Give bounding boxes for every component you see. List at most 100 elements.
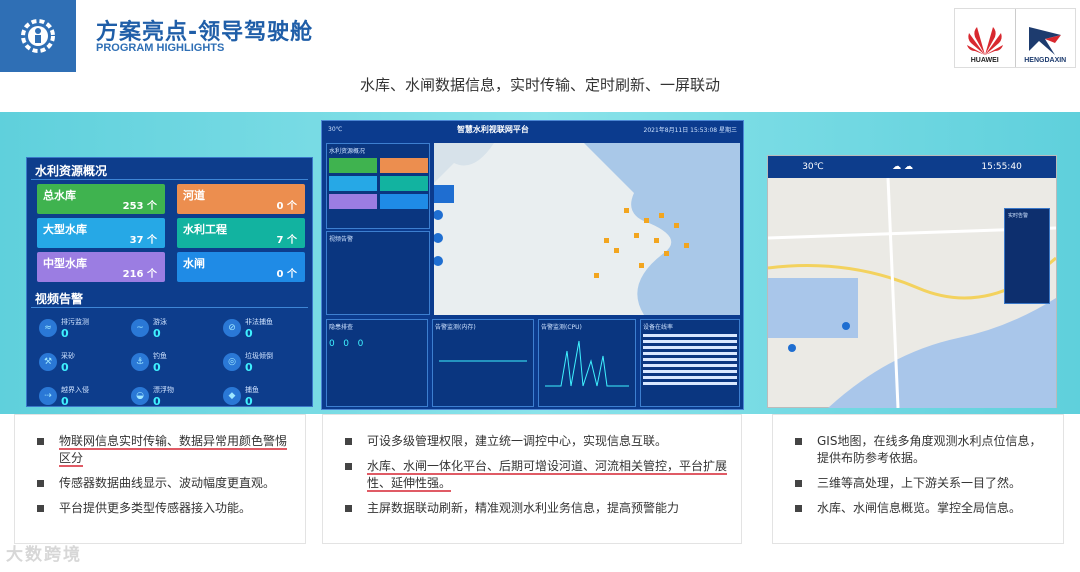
alarm-label: 非法捕鱼 — [245, 317, 273, 326]
huawei-label: HUAWEI — [970, 57, 999, 64]
tile-river[interactable]: 河道 0 个 — [177, 184, 305, 214]
list-item: 水库、水闸信息概览。掌控全局信息。 — [795, 500, 1049, 517]
mini-resource-title: 水利资源概况 — [329, 148, 366, 155]
alarm-count: 0 — [153, 360, 161, 374]
center-map[interactable] — [433, 143, 740, 315]
alarm-item[interactable]: ⇢ 越界入侵 0 — [31, 380, 123, 412]
alarm-label: 排污监测 — [61, 317, 89, 326]
alarm-count: 0 — [245, 360, 253, 374]
right-map-screenshot: 30℃ ☁ ☁ 15:55:40 实时告警 — [767, 155, 1057, 408]
fishing-icon: ⚓ — [131, 353, 149, 371]
weather-temp: 30℃ — [328, 125, 343, 133]
garbage-icon: ◎ — [223, 353, 241, 371]
list-item: 物联网信息实时传输、数据异常用颜色警惕区分 — [37, 433, 291, 467]
center-dashboard-screenshot: 30℃ 智慧水利视联网平台 2021年8月11日 15:53:08 星期三 水利资源… — [321, 120, 744, 410]
resource-tiles: 总水库 253 个 河道 0 个 大型水库 37 个 水利工程 7 个 中型水库 216 … — [37, 184, 308, 282]
left-dashboard-panel: 水利资源概况 总水库 253 个 河道 0 个 大型水库 37 个 水利工程 7 个 中… — [26, 157, 313, 408]
mini-alarm-panel: 视频告警 — [326, 231, 430, 315]
device-online-title: 设备在线率 — [643, 324, 674, 331]
page-subtitle: PROGRAM HIGHLIGHTS — [96, 42, 225, 54]
alarm-count: 0 — [61, 326, 69, 340]
brand-logos: HUAWEI HENGDAXIN — [954, 8, 1076, 68]
cpu-chart-title: 告警监测(CPU) — [541, 324, 582, 331]
feature-card-3: GIS地图，在线多角度观测水利点位信息，提供布防参考依据。 三维等高处理，上下游… — [772, 414, 1064, 544]
platform-title: 智慧水利视联网平台 — [456, 124, 529, 134]
alarm-count: 0 — [153, 326, 161, 340]
alarm-label: 捕鱼 — [245, 385, 259, 394]
alarm-label: 钓鱼 — [153, 351, 167, 360]
tile-value: 7 个 — [276, 235, 297, 246]
alarm-item[interactable]: ~ 游泳 0 — [123, 312, 215, 344]
alarm-label: 越界入侵 — [61, 385, 89, 394]
alarm-count: 0 — [61, 360, 69, 374]
tile-medium-reservoir[interactable]: 中型水库 216 个 — [37, 252, 165, 282]
alarm-item[interactable]: ◎ 垃圾倾倒 0 — [215, 346, 307, 378]
tile-large-reservoir[interactable]: 大型水库 37 个 — [37, 218, 165, 248]
mini-alarm-title: 视频告警 — [329, 236, 354, 243]
tile-water-project[interactable]: 水利工程 7 个 — [177, 218, 305, 248]
intrusion-icon: ⇢ — [39, 387, 57, 405]
swim-icon: ~ — [131, 319, 149, 337]
alarm-popup[interactable]: 实时告警 — [1004, 208, 1050, 304]
alarm-item[interactable]: ◆ 捕鱼 0 — [215, 380, 307, 412]
list-item: 三维等高处理，上下游关系一目了然。 — [795, 475, 1049, 492]
watermark: 大数跨境 — [6, 545, 82, 565]
outfall-icon: ≈ — [39, 319, 57, 337]
right-time: 15:55:40 — [981, 162, 1022, 172]
list-item: 平台提供更多类型传感器接入功能。 — [37, 500, 291, 517]
tile-value: 37 个 — [129, 235, 157, 246]
device-online-panel: 设备在线率 — [640, 319, 740, 407]
excavator-icon: ⚒ — [39, 353, 57, 371]
tile-label: 中型水库 — [43, 257, 87, 270]
huawei-logo-icon — [966, 27, 1003, 55]
alarm-count: 0 — [61, 394, 69, 408]
hengdaxin-label: HENGDAXIN — [1024, 57, 1067, 64]
alarm-label: 采砂 — [61, 351, 75, 360]
fish-icon: ◆ — [223, 387, 241, 405]
tile-value: 0 个 — [276, 269, 297, 280]
memory-chart-title: 告警监测(内存) — [435, 324, 476, 331]
cpu-chart-panel: 告警监测(CPU) — [538, 319, 636, 407]
float-icon: ◒ — [131, 387, 149, 405]
center-topbar: 30℃ 智慧水利视联网平台 2021年8月11日 15:53:08 星期三 — [322, 121, 743, 137]
tile-sluice[interactable]: 水闸 0 个 — [177, 252, 305, 282]
alarm-item[interactable]: ≈ 排污监测 0 — [31, 312, 123, 344]
list-item: 主屏数据联动刷新，精准观测水利业务信息，提高预警能力 — [345, 500, 727, 517]
right-topbar: 30℃ ☁ ☁ 15:55:40 — [768, 156, 1056, 178]
tile-label: 河道 — [183, 189, 205, 202]
list-item: GIS地图，在线多角度观测水利点位信息，提供布防参考依据。 — [795, 433, 1049, 467]
no-fishing-icon: ⊘ — [223, 319, 241, 337]
list-item: 水库、水闸一体化平台、后期可增设河道、河流相关管控，平台扩展性、延伸性强。 — [345, 458, 728, 492]
headline: 水库、水闸数据信息，实时传输、定时刷新、一屏联动 — [359, 76, 720, 94]
mini-resource-panel: 水利资源概况 — [326, 143, 430, 229]
tile-value: 216 个 — [122, 269, 157, 280]
tile-label: 水闸 — [183, 257, 205, 270]
datetime: 2021年8月11日 15:53:08 星期三 — [643, 126, 737, 134]
gear-person-icon — [0, 0, 76, 72]
tile-total-reservoir[interactable]: 总水库 253 个 — [37, 184, 165, 214]
tile-value: 0 个 — [276, 201, 297, 212]
alarm-count: 0 — [245, 394, 253, 408]
alarm-item[interactable]: ⚒ 采砂 0 — [31, 346, 123, 378]
alarm-item[interactable]: ⊘ 非法捕鱼 0 — [215, 312, 307, 344]
tile-label: 大型水库 — [43, 223, 87, 236]
mini-hazard-panel: 隐患排查 0 0 0 — [326, 319, 428, 407]
memory-chart-panel: 告警监测(内存) — [432, 319, 534, 407]
alarm-label: 漂浮物 — [153, 385, 174, 394]
resource-overview-title: 水利资源概况 — [31, 162, 308, 180]
alarm-count: 0 — [153, 394, 161, 408]
mini-hazard-title: 隐患排查 — [329, 324, 354, 331]
alarm-label: 游泳 — [153, 317, 167, 326]
popup-title: 实时告警 — [1008, 213, 1029, 219]
alarm-item[interactable]: ◒ 漂浮物 0 — [123, 380, 215, 412]
hengdaxin-logo-icon — [1029, 27, 1062, 55]
alarm-grid: ≈ 排污监测 0 ~ 游泳 0 ⊘ 非法捕鱼 0 ⚒ 采砂 0 ⚓ 钓鱼 0 ◎ 垃圾倾倒 0 ⇢ 越界入… — [31, 312, 308, 412]
alarm-label: 垃圾倾倒 — [245, 351, 273, 360]
right-temp: 30℃ — [802, 162, 824, 172]
alarm-count: 0 — [245, 326, 253, 340]
list-item: 传感器数据曲线显示、波动幅度更直观。 — [37, 475, 291, 492]
weather-icon: ☁ ☁ — [892, 162, 913, 172]
video-alarm-title: 视频告警 — [31, 290, 308, 308]
alarm-item[interactable]: ⚓ 钓鱼 0 — [123, 346, 215, 378]
tile-value: 253 个 — [122, 201, 157, 212]
